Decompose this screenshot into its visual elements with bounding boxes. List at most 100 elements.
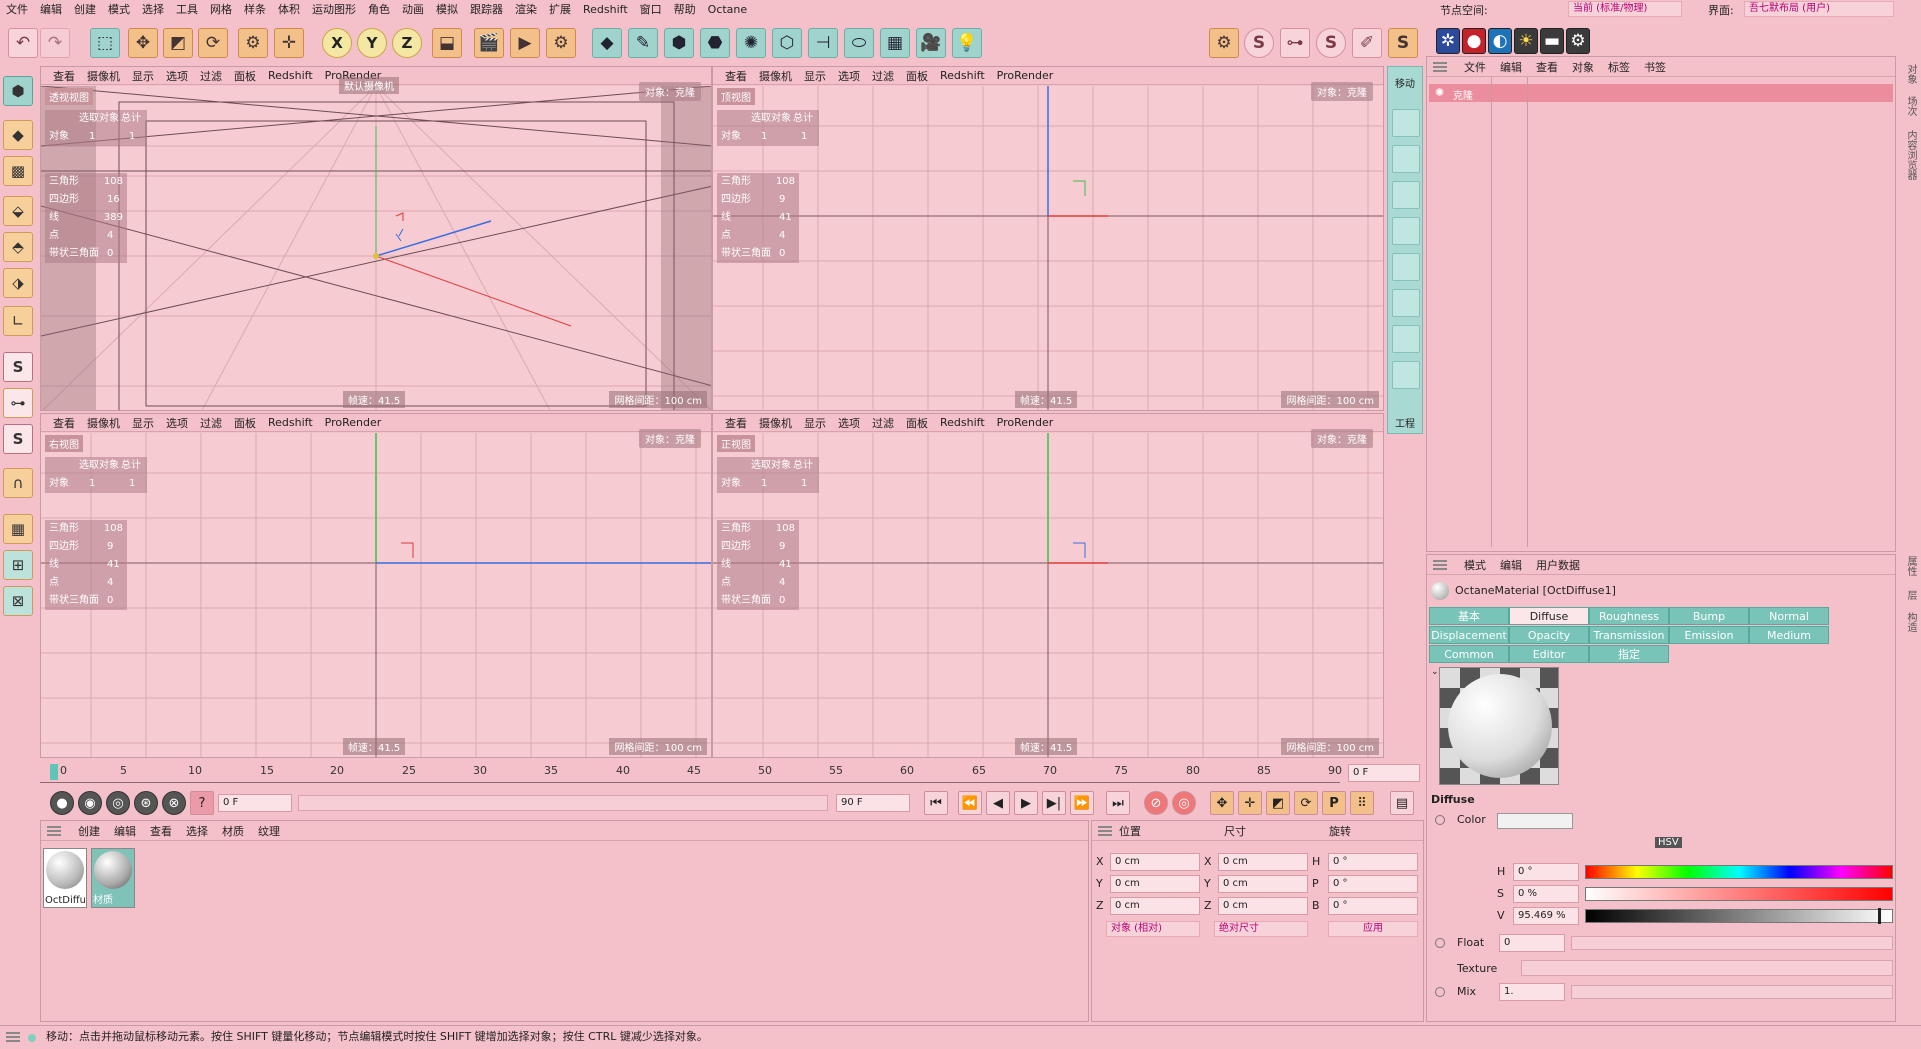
menu-extensions[interactable]: 扩展 [543, 0, 577, 19]
mix-slider[interactable] [1571, 985, 1893, 999]
color-swatch[interactable] [1497, 813, 1573, 829]
menu-render[interactable]: 渲染 [509, 0, 543, 19]
next-key-icon[interactable]: ⏩ [1070, 791, 1094, 815]
node-space-dropdown[interactable]: 当前 (标准/物理) [1568, 1, 1682, 17]
vp-menu-camera[interactable]: 摄像机 [753, 68, 798, 84]
attr-menu-userdata[interactable]: 用户数据 [1529, 557, 1587, 573]
apply-button[interactable]: 应用 [1328, 921, 1418, 937]
material-thumb[interactable]: OctDiffu [43, 848, 87, 908]
key-param-icon[interactable]: ⟳ [1294, 791, 1318, 815]
extrude-icon[interactable]: ⬣ [700, 28, 730, 58]
rotate-icon[interactable]: ⟳ [198, 28, 228, 58]
points-mode-icon[interactable]: ⬙ [3, 196, 33, 226]
tab-roughness[interactable]: Roughness [1589, 607, 1669, 625]
snap-magnet-icon[interactable]: ∩ [3, 468, 33, 498]
menu-edit[interactable]: 编辑 [34, 0, 68, 19]
make-editable-icon[interactable]: ⬢ [3, 76, 33, 106]
viewport-right[interactable]: 查看 摄像机 显示 选项 过滤 面板 Redshift ProRender 右视… [40, 413, 712, 758]
menu-simulate[interactable]: 模拟 [430, 0, 464, 19]
vp-menu-camera[interactable]: 摄像机 [81, 68, 126, 84]
vp-menu-options[interactable]: 选项 [832, 415, 866, 431]
render-settings-icon[interactable]: ⚙ [546, 28, 576, 58]
mat-menu-texture[interactable]: 纹理 [251, 823, 287, 839]
rotation-b-field[interactable]: 0 ° [1328, 897, 1418, 915]
tab-normal[interactable]: Normal [1749, 607, 1829, 625]
vp-menu-filter[interactable]: 过滤 [866, 68, 900, 84]
obj-menu-file[interactable]: 文件 [1457, 59, 1493, 75]
vp-menu-display[interactable]: 显示 [126, 68, 160, 84]
position-y-field[interactable]: 0 cm [1110, 875, 1200, 893]
vp-menu-display[interactable]: 显示 [126, 415, 160, 431]
render-view-icon[interactable]: 🎬 [474, 28, 504, 58]
vp-menu-redshift[interactable]: Redshift [262, 416, 319, 429]
keyframe-sphere-4-icon[interactable]: ⊛ [134, 791, 158, 815]
cube-icon[interactable]: ◆ [592, 28, 622, 58]
mix-field[interactable]: 1. [1499, 983, 1565, 1001]
model-mode-icon[interactable]: ◆ [3, 120, 33, 150]
lock-workplane-icon[interactable]: ⊞ [3, 550, 33, 580]
menu-window[interactable]: 窗口 [634, 0, 668, 19]
tab-transmission[interactable]: Transmission [1589, 626, 1669, 644]
mat-menu-create[interactable]: 创建 [71, 823, 107, 839]
float-radio[interactable] [1435, 938, 1445, 948]
vp-menu-prorender[interactable]: ProRender [991, 416, 1060, 429]
vp-menu-panel[interactable]: 面板 [900, 415, 934, 431]
x-axis-lock-icon[interactable]: X [322, 28, 352, 58]
coord-mode-dropdown[interactable]: 对象 (相对) [1106, 921, 1200, 937]
redo-icon[interactable]: ↷ [40, 28, 70, 58]
redshift-s-left-icon[interactable]: S [3, 352, 33, 382]
mat-menu-material[interactable]: 材质 [215, 823, 251, 839]
node-tree-icon[interactable]: ⊶ [1280, 28, 1310, 58]
tab-structure-vertical[interactable]: 构造 [1903, 612, 1918, 632]
key-grid-icon[interactable]: ⠿ [1350, 791, 1374, 815]
menu-tracker[interactable]: 跟踪器 [464, 0, 509, 19]
hsv-button[interactable]: HSV [1655, 837, 1682, 848]
key-pla-icon[interactable]: P [1322, 791, 1346, 815]
viewport-camera-label[interactable]: 默认摄像机 [339, 77, 399, 94]
timeline-window-icon[interactable]: ▤ [1390, 791, 1414, 815]
octane-texture-icon[interactable]: ▬ [1540, 28, 1564, 54]
polygons-mode-icon[interactable]: ⬗ [3, 268, 33, 298]
vp-menu-view[interactable]: 查看 [47, 415, 81, 431]
strip-slot[interactable] [1392, 325, 1420, 353]
menu-select[interactable]: 选择 [136, 0, 170, 19]
mix-radio[interactable] [1435, 987, 1445, 997]
scale-icon[interactable]: ◩ [163, 28, 193, 58]
vp-menu-redshift[interactable]: Redshift [934, 69, 991, 82]
floor-icon[interactable]: ▦ [880, 28, 910, 58]
menu-animate[interactable]: 动画 [396, 0, 430, 19]
attr-menu-mode[interactable]: 模式 [1457, 557, 1493, 573]
attr-menu-edit[interactable]: 编辑 [1493, 557, 1529, 573]
strip-slot[interactable] [1392, 217, 1420, 245]
auto-key-icon[interactable]: ◎ [1172, 791, 1196, 815]
vp-menu-filter[interactable]: 过滤 [194, 415, 228, 431]
prev-key-icon[interactable]: ⏪ [958, 791, 982, 815]
timeline-playhead[interactable] [50, 764, 58, 780]
float-slider[interactable] [1571, 936, 1893, 950]
menu-octane[interactable]: Octane [702, 0, 754, 19]
key-position-icon[interactable]: ✥ [1210, 791, 1234, 815]
status-menu-icon[interactable] [6, 1032, 20, 1042]
h-field[interactable]: 0 ° [1513, 863, 1579, 881]
preview-range-slider[interactable] [298, 795, 828, 811]
strip-slot[interactable] [1392, 145, 1420, 173]
vp-menu-view[interactable]: 查看 [719, 415, 753, 431]
position-x-field[interactable]: 0 cm [1110, 853, 1200, 871]
tab-takes-vertical[interactable]: 场次 [1903, 96, 1918, 116]
object-row-selected[interactable]: ✺ 克隆 [1429, 84, 1893, 102]
vp-menu-prorender[interactable]: ProRender [319, 416, 388, 429]
size-x-field[interactable]: 0 cm [1218, 853, 1308, 871]
hue-slider[interactable] [1585, 865, 1893, 879]
tab-diffuse[interactable]: Diffuse [1509, 607, 1589, 625]
mat-menu-view[interactable]: 查看 [143, 823, 179, 839]
keyframe-sphere-3-icon[interactable]: ◎ [106, 791, 130, 815]
vp-menu-filter[interactable]: 过滤 [194, 68, 228, 84]
axis-mode-icon[interactable]: ∟ [3, 306, 33, 336]
tab-content-browser-vertical[interactable]: 内容浏览器 [1903, 130, 1918, 180]
keyframe-sphere-5-icon[interactable]: ⊗ [162, 791, 186, 815]
menu-create[interactable]: 创建 [68, 0, 102, 19]
value-slider-handle[interactable] [1878, 908, 1881, 924]
obj-menu-view[interactable]: 查看 [1529, 59, 1565, 75]
texture-slot[interactable] [1521, 960, 1893, 976]
timeline-ruler[interactable]: 0 5 10 15 20 25 30 35 40 45 50 55 60 65 … [40, 760, 1420, 786]
